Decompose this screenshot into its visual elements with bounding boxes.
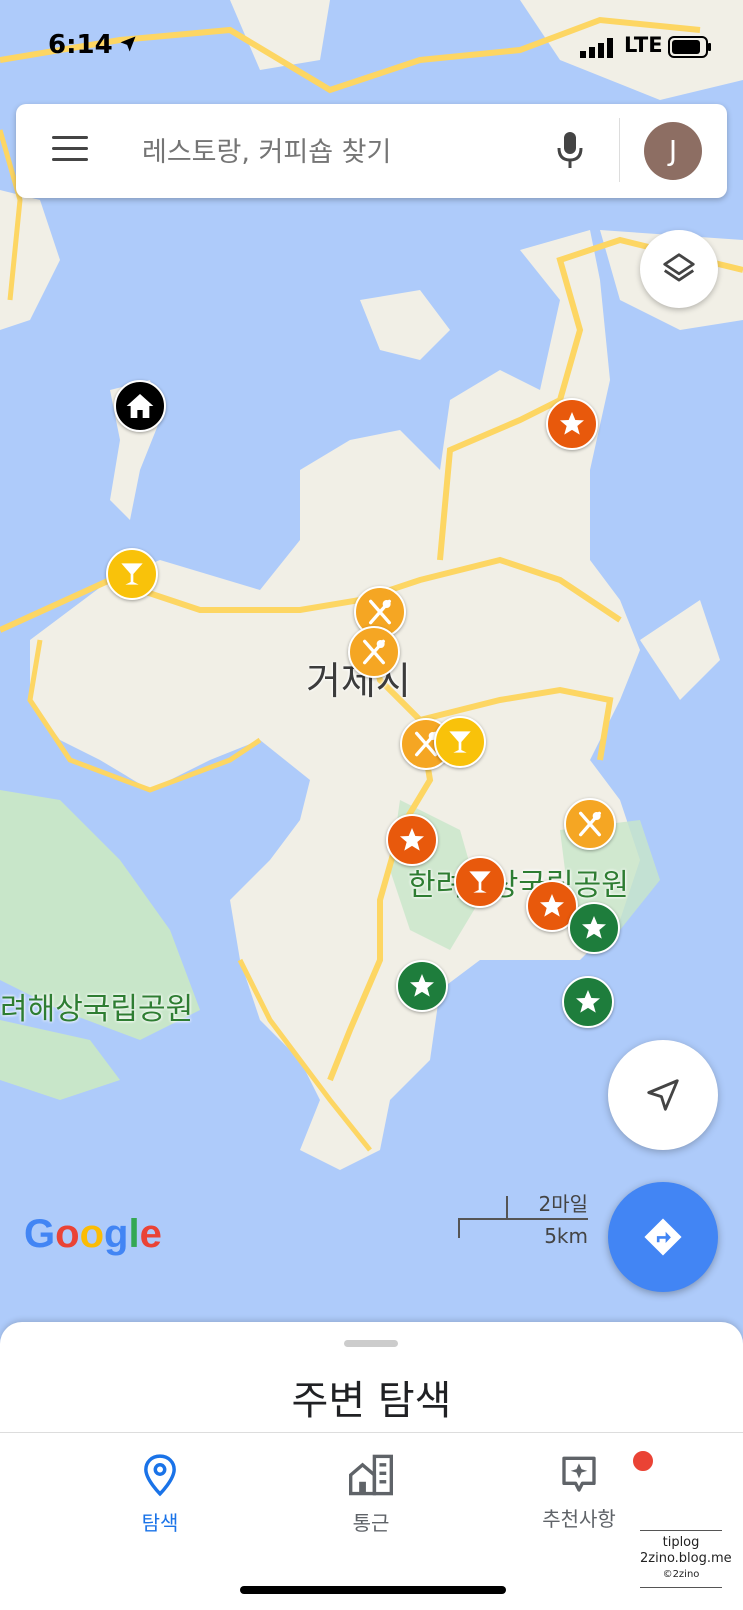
fork-knife-icon	[579, 811, 601, 837]
map-marker-bar[interactable]	[434, 716, 486, 768]
my-location-button[interactable]	[608, 1040, 718, 1150]
divider	[619, 118, 620, 182]
status-bar: 6:14 LTE	[0, 0, 743, 92]
park-label: 려해상국립공원	[0, 992, 194, 1027]
fork-knife-icon	[369, 599, 391, 625]
map-marker-saved[interactable]	[568, 902, 620, 954]
commute-building-icon	[349, 1454, 393, 1496]
map-marker-saved[interactable]	[562, 976, 614, 1028]
star-icon	[400, 828, 424, 851]
tab-for-you[interactable]: 추천사항	[514, 1449, 655, 1532]
layers-icon	[663, 253, 695, 282]
tab-for-you-label: 추천사항	[542, 1507, 616, 1531]
search-bar: J	[16, 104, 727, 198]
home-indicator	[240, 1586, 506, 1594]
star-icon	[540, 894, 564, 917]
star-icon	[582, 916, 606, 939]
star-icon	[560, 412, 584, 435]
explore-sheet[interactable]: 주변 탐색	[0, 1322, 743, 1432]
map-marker-restaurant[interactable]	[348, 626, 400, 678]
layers-button[interactable]	[640, 230, 718, 308]
status-time: 6:14	[48, 30, 113, 60]
map-marker-saved[interactable]	[396, 960, 448, 1012]
location-pin-icon	[144, 1454, 176, 1497]
star-icon	[576, 990, 600, 1013]
map-marker-restaurant[interactable]	[564, 798, 616, 850]
scale-miles: 2마일	[538, 1192, 588, 1216]
directions-icon	[644, 1218, 682, 1256]
tab-commute-label: 통근	[352, 1511, 390, 1535]
map-marker-bar[interactable]	[106, 548, 158, 600]
watermark: tiplog 2zino.blog.me ©2zino	[640, 1530, 732, 1588]
park-label: 한려해상국립공원	[408, 868, 629, 903]
signal-icon	[580, 38, 613, 58]
map-marker-bar[interactable]	[454, 856, 506, 908]
network-type: LTE	[624, 33, 663, 57]
microphone-icon[interactable]	[556, 130, 584, 170]
menu-icon[interactable]	[52, 136, 88, 166]
directions-button[interactable]	[608, 1182, 718, 1292]
bottom-navigation: 탐색 통근 추천사항	[0, 1432, 743, 1610]
fork-knife-icon	[363, 639, 385, 665]
location-arrow-icon	[120, 36, 136, 52]
avatar[interactable]: J	[644, 122, 702, 180]
star-icon	[410, 974, 434, 997]
battery-icon	[668, 36, 711, 58]
tab-commute[interactable]: 통근	[306, 1453, 436, 1536]
cocktail-icon	[121, 563, 143, 585]
notification-badge	[631, 1449, 655, 1473]
cocktail-icon	[469, 871, 491, 893]
sheet-title: 주변 탐색	[291, 1378, 452, 1424]
sheet-handle[interactable]	[344, 1340, 398, 1347]
tab-explore[interactable]: 탐색	[95, 1453, 225, 1536]
sparkle-chat-icon	[562, 1456, 596, 1492]
tab-explore-label: 탐색	[141, 1511, 179, 1535]
cocktail-icon	[449, 731, 471, 753]
search-input[interactable]	[140, 128, 524, 176]
map-scale: 2마일 5km	[458, 1192, 588, 1248]
google-logo: Google	[24, 1212, 162, 1256]
home-icon	[126, 394, 154, 418]
map-marker-favorite[interactable]	[386, 814, 438, 866]
navigation-arrow-icon	[647, 1079, 679, 1111]
map-marker-home[interactable]	[114, 380, 166, 432]
map-marker-favorite[interactable]	[546, 398, 598, 450]
scale-km: 5km	[544, 1224, 588, 1248]
